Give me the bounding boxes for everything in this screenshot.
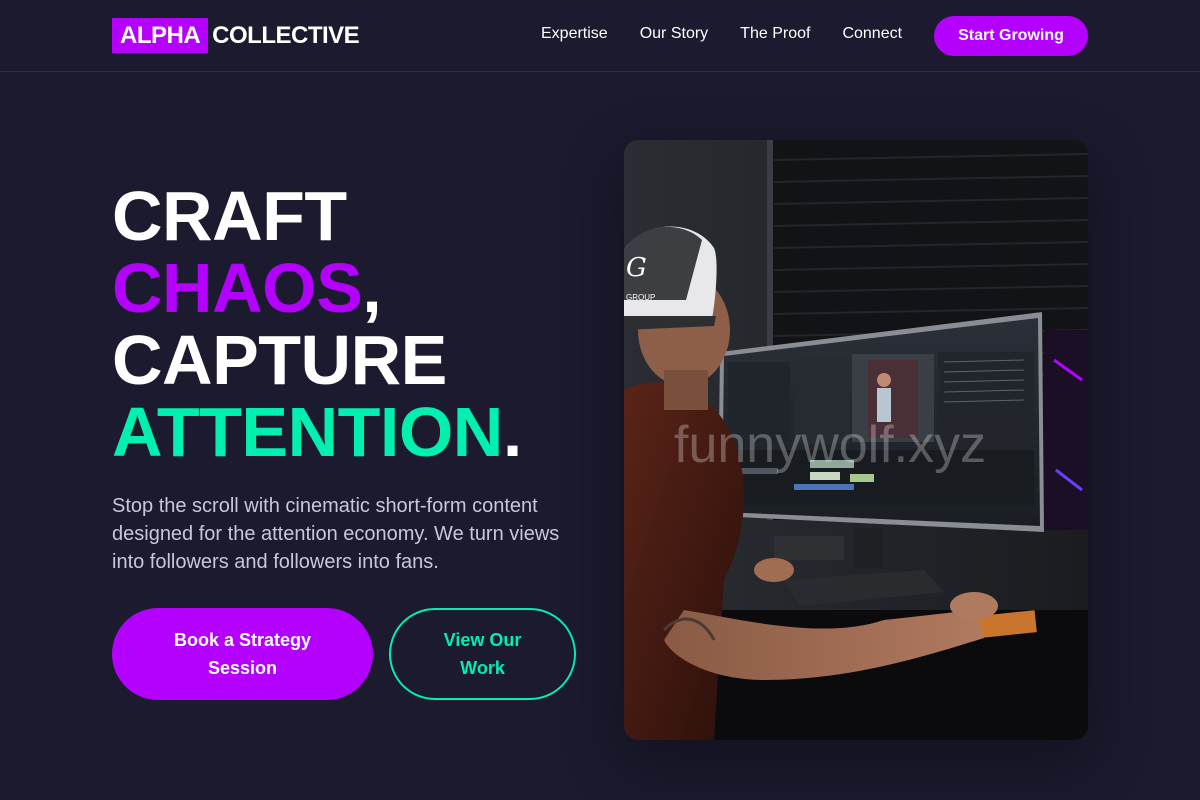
watermark: funnywolf.xyz — [674, 416, 986, 474]
hero-title-accent-attention: ATTENTION — [112, 393, 503, 471]
hero-title-line-2: CHAOS, — [112, 252, 592, 324]
hero-title-accent-chaos: CHAOS — [112, 249, 363, 327]
cap-logo-letter: G — [626, 253, 647, 283]
start-growing-button[interactable]: Start Growing — [934, 16, 1088, 56]
video-editor-photo: G GROUP funnywolf.xyz — [624, 140, 1088, 740]
nav-link-expertise[interactable]: Expertise — [541, 24, 608, 44]
hero-title-line-1: CRAFT — [112, 177, 347, 255]
hero-title-period: . — [502, 393, 522, 471]
logo-text: COLLECTIVE — [212, 21, 360, 49]
hero-title-comma: , — [362, 249, 382, 327]
view-our-work-button[interactable]: View Our Work — [389, 608, 576, 700]
right-shelf — [1044, 330, 1088, 530]
hero-description: Stop the scroll with cinematic short-for… — [112, 495, 560, 573]
main-nav: Expertise Our Story The Proof Connect — [541, 24, 934, 44]
hero-image: G GROUP funnywolf.xyz — [624, 140, 1088, 740]
pc-device — [774, 536, 844, 560]
hero-title-line-4: ATTENTION. — [112, 396, 592, 468]
book-strategy-session-button[interactable]: Book a Strategy Session — [112, 608, 373, 700]
nav-link-connect[interactable]: Connect — [842, 24, 902, 44]
nav-link-the-proof[interactable]: The Proof — [740, 24, 810, 44]
logo-mark: ALPHA — [112, 18, 209, 53]
hero-title: CRAFT CHAOS, CAPTURE ATTENTION. — [112, 180, 592, 468]
site-header: ALPHA COLLECTIVE Expertise Our Story The… — [0, 0, 1200, 72]
monitor-stand — [854, 528, 882, 568]
cap-logo-text: GROUP — [626, 293, 655, 302]
logo[interactable]: ALPHA COLLECTIVE — [112, 18, 360, 53]
nav-link-our-story[interactable]: Our Story — [640, 24, 708, 44]
hero-title-line-3: CAPTURE — [112, 321, 447, 399]
